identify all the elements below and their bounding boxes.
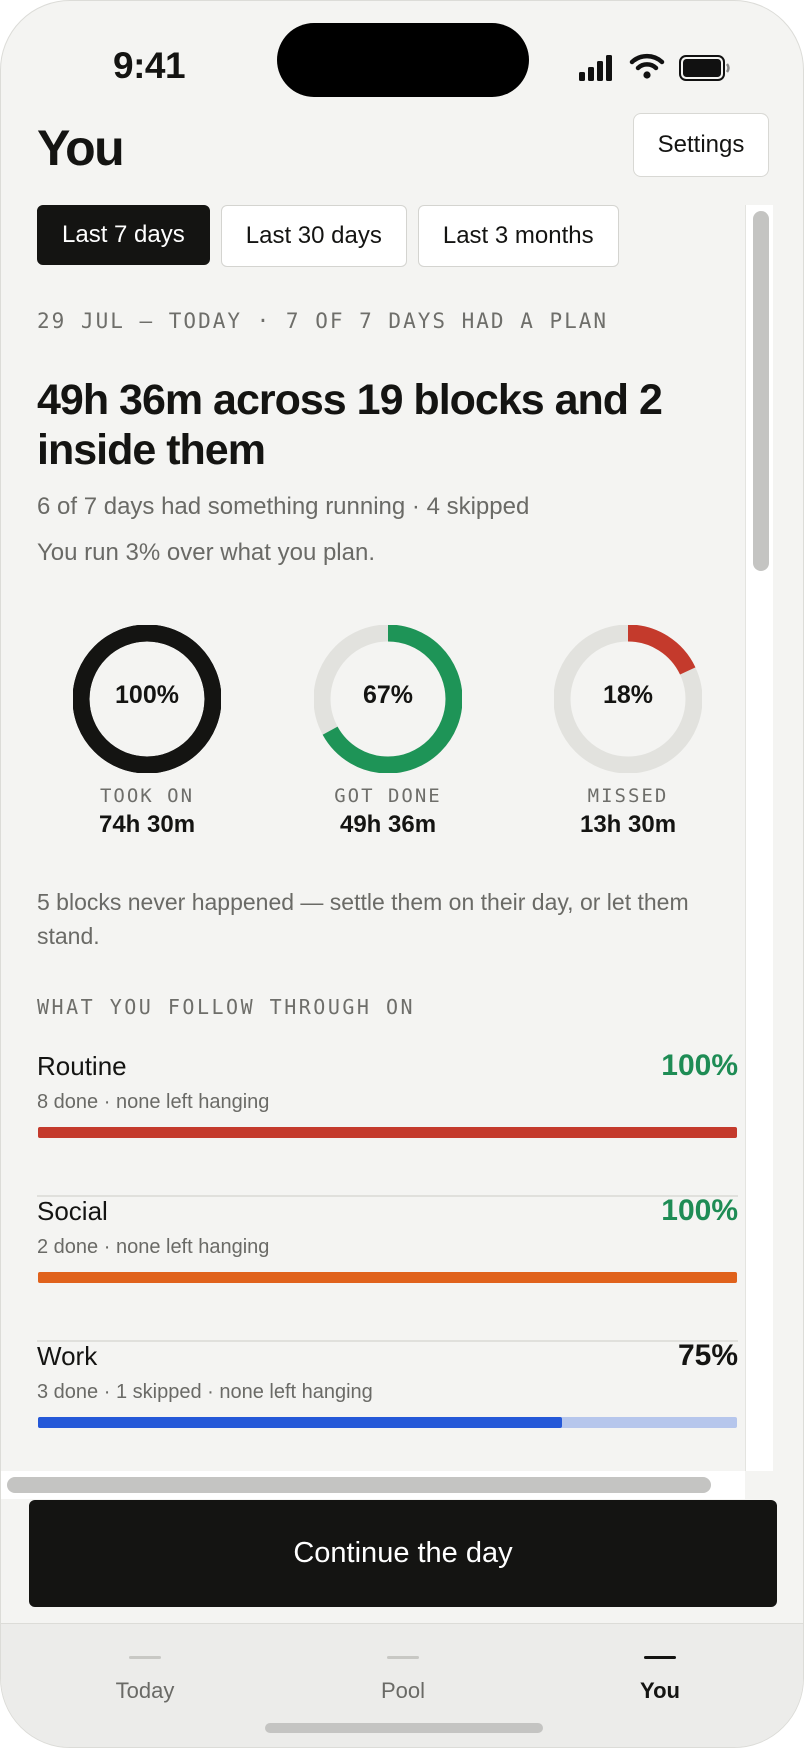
dynamic-island — [277, 23, 529, 97]
scroll-content[interactable]: Last 7 days Last 30 days Last 3 months 29 … — [1, 201, 745, 1471]
ring-took-on: 100% TOOK ON 74h 30m — [47, 625, 247, 839]
running-days-summary: 6 of 7 days had something running · 4 sk… — [37, 493, 530, 520]
vertical-scrollbar-thumb[interactable] — [753, 211, 769, 571]
category-percent: 100% — [661, 1049, 738, 1082]
summary-headline: 49h 36m across 19 blocks and 2 inside th… — [37, 376, 663, 474]
ring-value: 13h 30m — [579, 811, 677, 838]
ring-value: 49h 36m — [339, 811, 437, 838]
range-filters: Last 7 days Last 30 days Last 3 months — [37, 205, 619, 267]
category-percent: 75% — [677, 1339, 738, 1372]
category-name: Social — [37, 1196, 108, 1226]
category-bar-fill — [38, 1272, 737, 1283]
date-range-summary: 29 JUL — TODAY · 7 OF 7 DAYS HAD A PLAN — [37, 309, 609, 333]
settings-button[interactable]: Settings — [633, 113, 769, 177]
category-bar-fill — [38, 1127, 737, 1138]
category-meta: 3 done · 1 skipped · none left hanging — [37, 1381, 373, 1403]
ring-caption: MISSED — [587, 785, 669, 807]
status-bar: 9:41 — [1, 1, 803, 111]
cellular-signal-icon — [579, 53, 615, 81]
filter-chip-last-3-months[interactable]: Last 3 months — [417, 205, 619, 267]
category-bar-track — [38, 1417, 737, 1428]
tab-label: Today — [115, 1678, 175, 1703]
category-row-routine[interactable]: Routine 100% 8 done · none left hanging — [37, 1049, 738, 1197]
ring-value: 74h 30m — [98, 811, 196, 838]
category-percent: 100% — [661, 1194, 738, 1227]
category-bar-track — [38, 1272, 737, 1283]
plan-accuracy-note: You run 3% over what you plan. — [37, 539, 376, 566]
tab-indicator — [129, 1656, 161, 1659]
tab-label: You — [640, 1678, 680, 1703]
category-meta: 2 done · none left hanging — [37, 1236, 270, 1258]
tab-today[interactable]: Today — [45, 1624, 245, 1714]
home-indicator — [265, 1723, 543, 1733]
page-title: You — [37, 120, 125, 176]
tab-you[interactable]: You — [560, 1624, 760, 1714]
phone-screen: 9:41 You Settings Last 7 days Last 30 day… — [0, 0, 804, 1748]
category-name: Work — [37, 1341, 98, 1371]
tab-label: Pool — [380, 1678, 426, 1703]
ring-percent: 18% — [602, 681, 654, 709]
filter-chip-last-7-days[interactable]: Last 7 days — [37, 205, 210, 265]
category-row-social[interactable]: Social 100% 2 done · none left hanging — [37, 1194, 738, 1342]
battery-icon — [679, 55, 730, 81]
horizontal-scrollbar-thumb[interactable] — [7, 1477, 711, 1493]
ring-percent: 100% — [115, 681, 179, 709]
tab-pool[interactable]: Pool — [303, 1624, 503, 1714]
category-bar-track — [38, 1127, 737, 1138]
missed-blocks-note: 5 blocks never happened — settle them on… — [37, 889, 689, 949]
continue-day-button[interactable]: Continue the day — [29, 1500, 777, 1607]
tab-indicator — [387, 1656, 419, 1659]
tab-indicator — [644, 1656, 676, 1659]
category-row-work[interactable]: Work 75% 3 done · 1 skipped · none left ha… — [37, 1339, 738, 1471]
wifi-icon — [629, 53, 665, 79]
ring-caption: GOT DONE — [334, 785, 442, 807]
category-name: Routine — [37, 1051, 127, 1081]
category-bar-fill — [38, 1417, 563, 1428]
ring-missed: 18% MISSED 13h 30m — [528, 625, 728, 839]
ring-got-done: 67% GOT DONE 49h 36m — [288, 625, 488, 839]
filter-chip-last-30-days[interactable]: Last 30 days — [220, 205, 407, 267]
follow-through-heading: WHAT YOU FOLLOW THROUGH ON — [37, 995, 416, 1019]
ring-percent: 67% — [362, 681, 414, 709]
ring-caption: TOOK ON — [99, 785, 195, 807]
status-time: 9:41 — [113, 45, 186, 86]
category-meta: 8 done · none left hanging — [37, 1091, 270, 1113]
